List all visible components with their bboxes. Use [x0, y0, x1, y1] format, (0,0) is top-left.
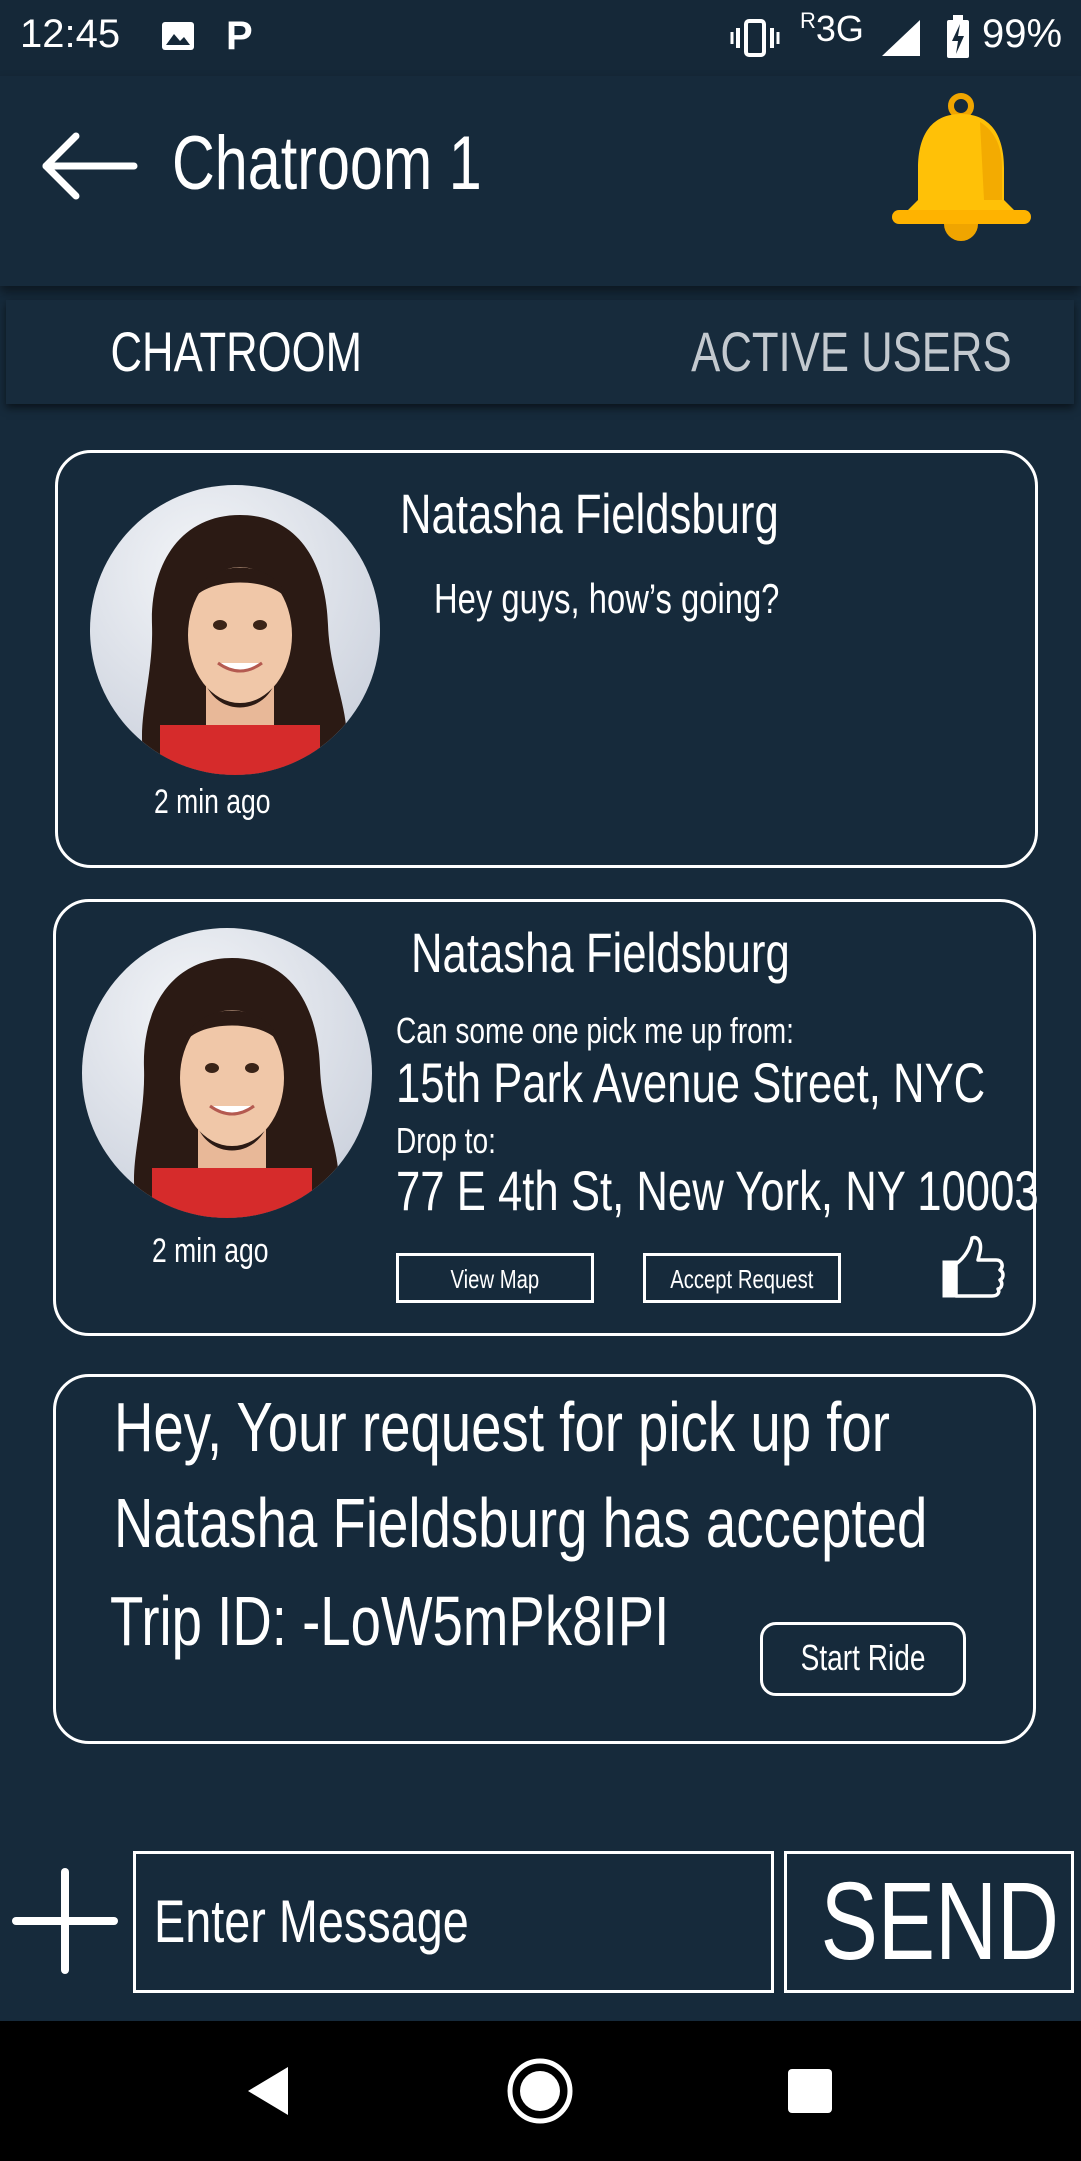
avatar[interactable] [82, 928, 372, 1218]
drop-label: Drop to: [396, 1120, 496, 1161]
avatar-photo [82, 928, 372, 1218]
system-nav-bar [0, 2021, 1081, 2161]
avatar[interactable] [90, 485, 380, 775]
tab-bar: CHATROOM ACTIVE USERS [6, 300, 1074, 404]
status-bar: 12:45 P R3G 99% [0, 0, 1081, 76]
trip-accepted-card: Hey, Your request for pick up for Natash… [53, 1374, 1036, 1744]
nav-home-icon[interactable] [500, 2051, 580, 2131]
pickup-address: 15th Park Avenue Street, NYC [396, 1051, 986, 1114]
start-ride-button[interactable]: Start Ride [760, 1622, 966, 1696]
app-bar: Chatroom 1 [0, 76, 1081, 286]
accept-request-button[interactable]: Accept Request [643, 1253, 841, 1303]
thumbs-up-icon[interactable] [930, 1232, 1006, 1300]
bell-icon[interactable] [884, 92, 1039, 242]
message-card: 2 min ago Natasha Fieldsburg Hey guys, h… [55, 450, 1038, 868]
view-map-button[interactable]: View Map [396, 1253, 594, 1303]
plus-icon[interactable] [12, 1868, 118, 1974]
message-time: 2 min ago [154, 783, 271, 821]
battery-charging-icon [947, 15, 969, 58]
signal-icon [882, 20, 920, 56]
nav-recents-icon[interactable] [770, 2051, 850, 2131]
message-time: 2 min ago [152, 1232, 269, 1270]
trip-id: Trip ID: -LoW5mPk8IPI [110, 1582, 670, 1660]
tab-active-users[interactable]: ACTIVE USERS [646, 300, 1016, 404]
notice-text: Hey, Your request for pick up for [114, 1388, 890, 1466]
status-time: 12:45 [20, 12, 121, 56]
notice-text: Natasha Fieldsburg has accepted [114, 1484, 928, 1562]
nav-back-icon[interactable] [230, 2051, 310, 2131]
sender-name: Natasha Fieldsburg [400, 482, 779, 545]
sender-name: Natasha Fieldsburg [411, 921, 790, 984]
parking-icon: P [226, 14, 253, 58]
image-icon [162, 22, 194, 50]
message-text: Hey guys, how’s going? [434, 575, 780, 622]
ride-request-card: 2 min ago Natasha Fieldsburg Can some on… [53, 899, 1039, 1336]
avatar-photo [90, 485, 380, 775]
tab-chatroom[interactable]: CHATROOM [66, 300, 406, 404]
page-title: Chatroom 1 [172, 121, 482, 206]
vibrate-icon [730, 19, 780, 57]
battery-percent: 99% [982, 12, 1063, 56]
dropoff-address: 77 E 4th St, New York, NY 10003 [396, 1159, 1039, 1222]
message-input-placeholder: Enter Message [154, 1888, 469, 1955]
back-arrow-icon[interactable] [40, 128, 140, 204]
pickup-prompt: Can some one pick me up from: [396, 1010, 794, 1051]
message-input[interactable]: Enter Message [133, 1851, 774, 1993]
send-button[interactable]: SEND [784, 1851, 1074, 1993]
network-type: R3G [800, 8, 864, 49]
